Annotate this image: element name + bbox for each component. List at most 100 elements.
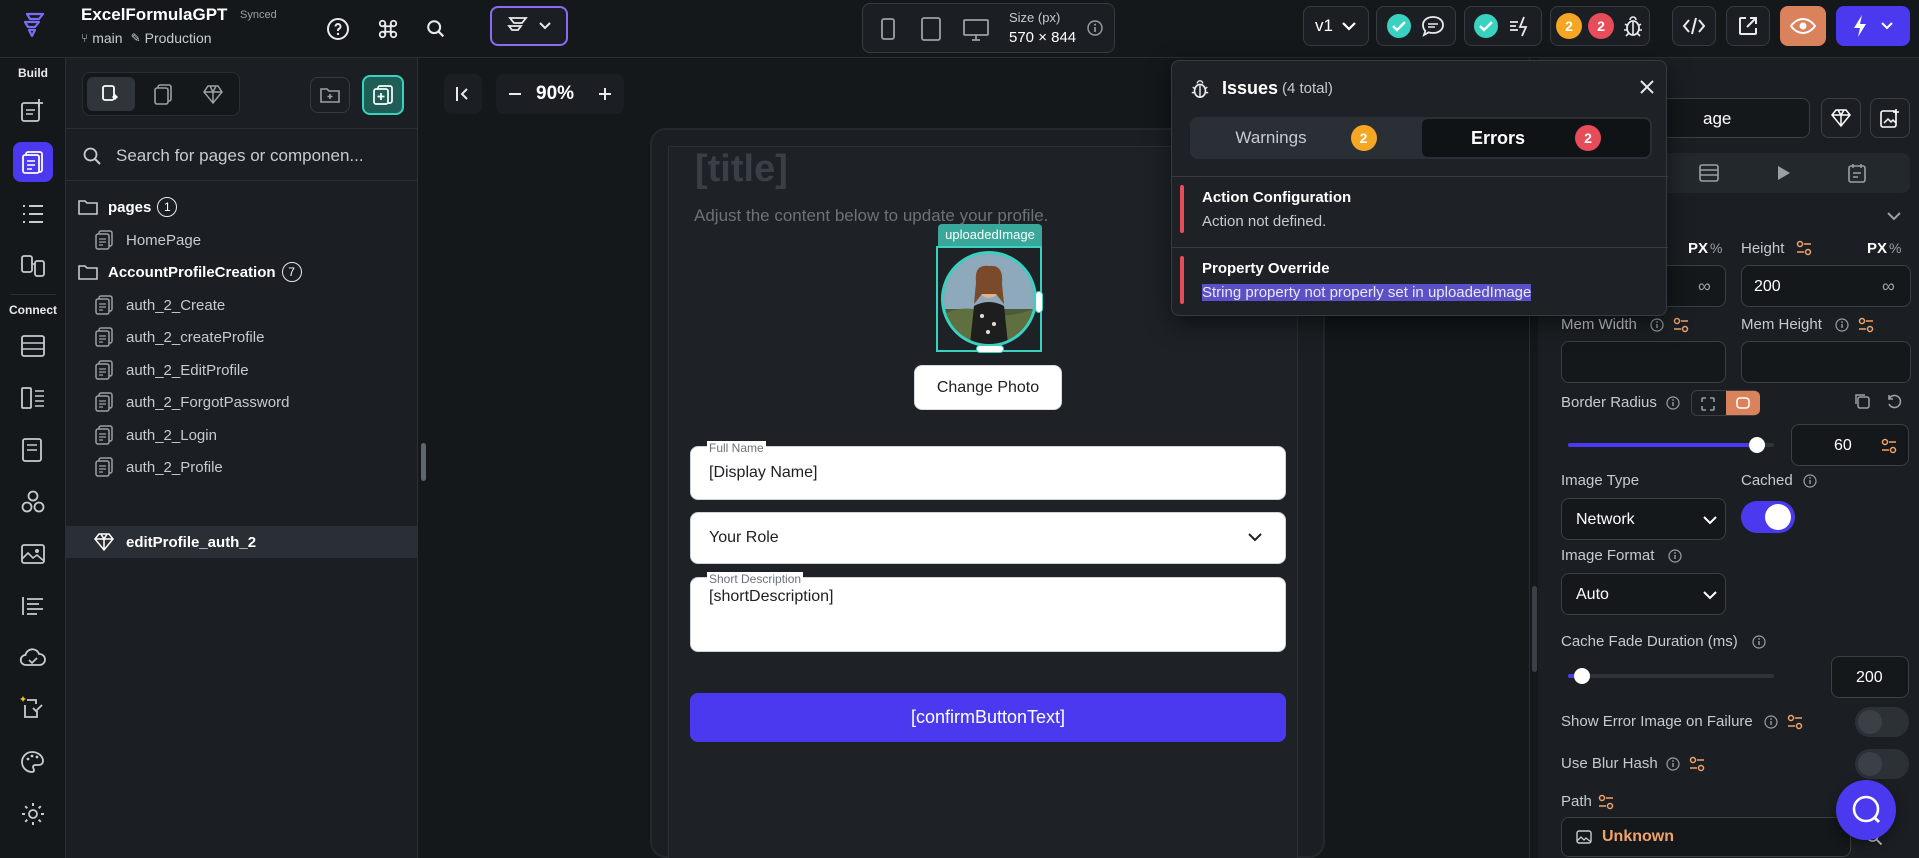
set-from-variable-icon[interactable] <box>1795 239 1813 257</box>
project-name[interactable]: ExcelFormulaGPT <box>81 5 227 25</box>
pages-components-tab[interactable] <box>87 77 135 111</box>
reset-icon[interactable] <box>1885 392 1903 410</box>
widget-tree-icon[interactable] <box>13 194 53 234</box>
info-icon[interactable] <box>1835 318 1849 332</box>
widget-mode-dropdown[interactable] <box>490 6 568 46</box>
phone-icon[interactable] <box>881 18 895 40</box>
open-external-button[interactable] <box>1726 6 1770 46</box>
warnings-tab[interactable]: Warnings 2 <box>1192 119 1420 157</box>
collapse-panel-button[interactable] <box>444 74 482 114</box>
tree-item-auth-2-forgotpassword[interactable]: auth_2_ForgotPassword <box>66 386 418 418</box>
collapse-section-icon[interactable] <box>1886 210 1902 222</box>
actions-play-icon[interactable] <box>1774 164 1792 182</box>
code-button[interactable] <box>1672 6 1716 46</box>
flutterflow-logo-icon[interactable] <box>18 8 52 42</box>
media-assets-icon[interactable] <box>13 534 53 574</box>
role-dropdown[interactable]: Your Role <box>690 512 1286 564</box>
image-format-dropdown[interactable]: Auto <box>1561 573 1726 615</box>
set-from-variable-icon[interactable] <box>1880 437 1898 455</box>
command-icon[interactable] <box>372 13 404 45</box>
border-radius-slider[interactable] <box>1568 431 1774 459</box>
radius-uniform-icon[interactable] <box>1700 396 1716 412</box>
backend-query-tab-icon[interactable] <box>1698 163 1720 183</box>
info-icon[interactable] <box>1668 549 1682 563</box>
settings-gear-icon[interactable] <box>13 794 53 834</box>
info-icon[interactable] <box>1803 474 1817 488</box>
width-unit-pct[interactable]: % <box>1710 240 1722 256</box>
info-icon[interactable] <box>1764 715 1778 729</box>
uploaded-image-selection[interactable] <box>936 246 1043 353</box>
cache-fade-input[interactable]: 200 <box>1831 656 1909 698</box>
tree-item-auth-2-editprofile[interactable]: auth_2_EditProfile <box>66 354 418 386</box>
mem-height-input[interactable] <box>1741 341 1911 383</box>
components-tab[interactable] <box>189 77 237 111</box>
tree-item-editprofile-auth-2[interactable]: editProfile_auth_2 <box>66 526 418 558</box>
set-from-variable-icon[interactable] <box>1786 713 1804 731</box>
height-unit-px[interactable]: PX <box>1867 240 1887 257</box>
issue-item[interactable]: Property Override String property not pr… <box>1180 256 1660 308</box>
preview-button[interactable] <box>1780 6 1826 46</box>
issue-item[interactable]: Action Configuration Action not defined. <box>1180 185 1660 237</box>
storyboard-icon[interactable] <box>13 246 53 286</box>
help-chat-button[interactable] <box>1836 780 1896 840</box>
path-field[interactable]: Unknown <box>1561 817 1851 857</box>
documentation-tab-icon[interactable] <box>1846 162 1868 184</box>
show-error-toggle[interactable] <box>1855 707 1909 737</box>
cloud-functions-icon[interactable] <box>13 638 53 678</box>
panel-resize-handle[interactable] <box>421 443 426 481</box>
tree-item-auth-2-create[interactable]: auth_2_Create <box>66 289 418 321</box>
convert-component-button[interactable] <box>1821 98 1861 138</box>
theme-settings-icon[interactable] <box>13 742 53 782</box>
agents-icon[interactable] <box>13 688 53 728</box>
folder-row-accountprofilecreation[interactable]: AccountProfileCreation 7 <box>66 256 418 288</box>
set-from-variable-icon[interactable] <box>1597 793 1615 811</box>
api-calls-icon[interactable] <box>13 430 53 470</box>
width-unit-px[interactable]: PX <box>1688 240 1708 257</box>
tree-item-auth-2-createprofile[interactable]: auth_2_createProfile <box>66 321 418 353</box>
add-widget-icon[interactable] <box>13 90 53 130</box>
desktop-icon[interactable] <box>963 19 989 41</box>
panel-scrollbar[interactable] <box>1532 586 1537 672</box>
set-from-variable-icon[interactable] <box>1688 755 1706 773</box>
custom-code-icon[interactable] <box>13 586 53 626</box>
zoom-in-icon[interactable] <box>596 84 614 104</box>
image-type-dropdown[interactable]: Network <box>1561 498 1726 540</box>
tree-item-auth-2-login[interactable]: auth_2_Login <box>66 419 418 451</box>
info-icon[interactable] <box>1087 20 1103 36</box>
build-status-button[interactable] <box>1464 6 1542 46</box>
slider-thumb[interactable] <box>1574 668 1590 684</box>
short-description-field[interactable]: Short Description [shortDescription] <box>690 572 1286 652</box>
folder-row-pages[interactable]: pages 1 <box>66 191 418 223</box>
full-name-field[interactable]: Full Name [Display Name] <box>690 441 1286 500</box>
database-icon[interactable] <box>13 326 53 366</box>
info-icon[interactable] <box>1666 757 1680 771</box>
radius-individual-icon[interactable] <box>1726 391 1760 415</box>
tablet-icon[interactable] <box>921 17 941 41</box>
page-selector-icon[interactable] <box>13 142 53 182</box>
branch-info[interactable]: ⑂ main ✎ Production <box>81 30 212 46</box>
new-folder-button[interactable] <box>310 77 350 113</box>
use-blur-hash-toggle[interactable] <box>1855 749 1909 779</box>
zoom-out-icon[interactable] <box>506 84 524 104</box>
close-icon[interactable] <box>1638 78 1656 96</box>
search-icon[interactable] <box>420 13 452 45</box>
set-from-variable-icon[interactable] <box>1672 316 1690 334</box>
set-from-variable-icon[interactable] <box>1857 316 1875 334</box>
height-input[interactable]: 200 ∞ <box>1741 265 1911 307</box>
slider-thumb[interactable] <box>1749 437 1765 453</box>
add-page-button[interactable] <box>362 75 404 115</box>
add-to-library-button[interactable] <box>1870 98 1910 138</box>
cache-fade-slider[interactable] <box>1568 662 1774 690</box>
confirm-button[interactable]: [confirmButtonText] <box>690 693 1286 742</box>
border-radius-input[interactable]: 60 <box>1791 424 1909 466</box>
run-button[interactable] <box>1836 6 1910 46</box>
version-dropdown[interactable]: v1 <box>1303 6 1369 46</box>
info-icon[interactable] <box>1666 396 1680 410</box>
resize-handle-bottom[interactable] <box>976 345 1004 353</box>
pages-tab[interactable] <box>139 77 187 111</box>
height-unit-pct[interactable]: % <box>1889 240 1901 256</box>
collab-status-button[interactable] <box>1376 6 1456 46</box>
resize-handle-right[interactable] <box>1035 291 1043 313</box>
help-icon[interactable] <box>322 13 354 45</box>
tree-search-field[interactable]: Search for pages or componen... <box>82 138 402 174</box>
